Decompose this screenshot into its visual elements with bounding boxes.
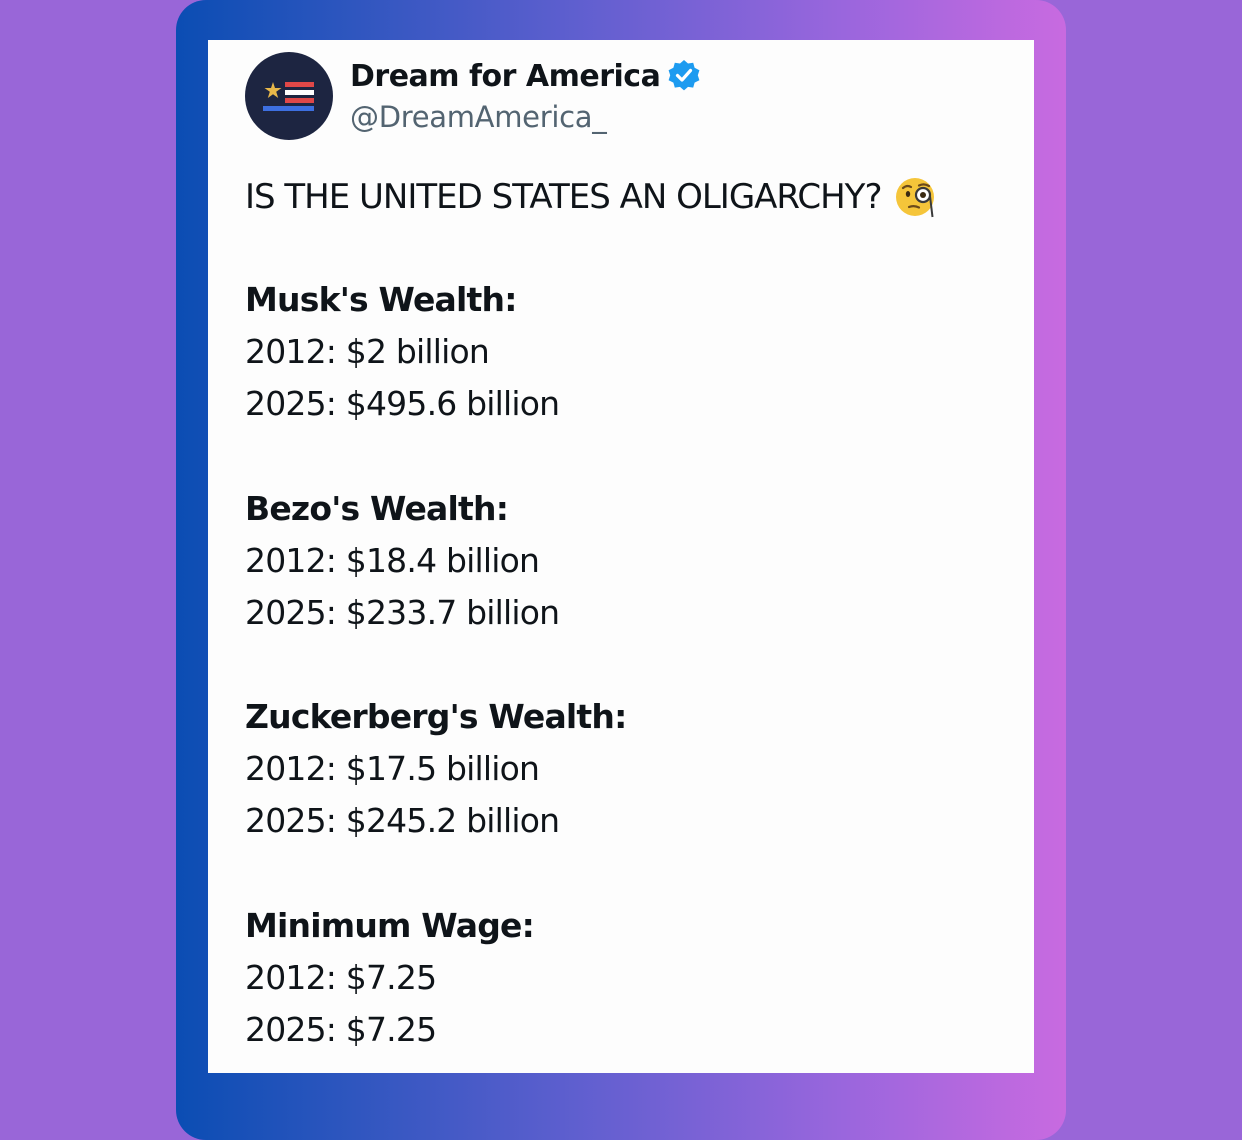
section-line: 2025: $245.2 billion [245, 801, 560, 840]
section-title: Musk's Wealth: [245, 280, 517, 319]
author-name-row: Dream for America [350, 56, 702, 96]
section-line: 2012: $18.4 billion [245, 541, 540, 580]
post-headline: IS THE UNITED STATES AN OLIGARCHY? [245, 177, 882, 217]
section-line: 2025: $233.7 billion [245, 593, 560, 632]
section-line: 2012: $2 billion [245, 332, 490, 371]
post-card: Dream for America @DreamAmerica_ IS THE … [208, 40, 1034, 1073]
section-line: 2025: $7.25 [245, 1010, 437, 1049]
post-headline-row: IS THE UNITED STATES AN OLIGARCHY? [245, 174, 938, 220]
section-title: Zuckerberg's Wealth: [245, 697, 627, 736]
minimum-wage-section: Minimum Wage: 2012: $7.25 2025: $7.25 [245, 900, 535, 1056]
author-display-name[interactable]: Dream for America [350, 59, 661, 94]
wealth-section-musk: Musk's Wealth: 2012: $2 billion 2025: $4… [245, 274, 560, 430]
face-with-monocle-icon [894, 175, 938, 219]
wealth-section-bezos: Bezo's Wealth: 2012: $18.4 billion 2025:… [245, 483, 560, 639]
author-handle[interactable]: @DreamAmerica_ [350, 100, 607, 134]
section-title: Bezo's Wealth: [245, 489, 509, 528]
wealth-section-zuckerberg: Zuckerberg's Wealth: 2012: $17.5 billion… [245, 691, 627, 847]
section-line: 2012: $7.25 [245, 958, 437, 997]
avatar[interactable] [245, 52, 333, 140]
american-flag-logo-icon [263, 82, 314, 111]
verified-badge-icon [666, 58, 702, 94]
section-line: 2025: $495.6 billion [245, 384, 560, 423]
section-line: 2012: $17.5 billion [245, 749, 540, 788]
section-title: Minimum Wage: [245, 906, 535, 945]
